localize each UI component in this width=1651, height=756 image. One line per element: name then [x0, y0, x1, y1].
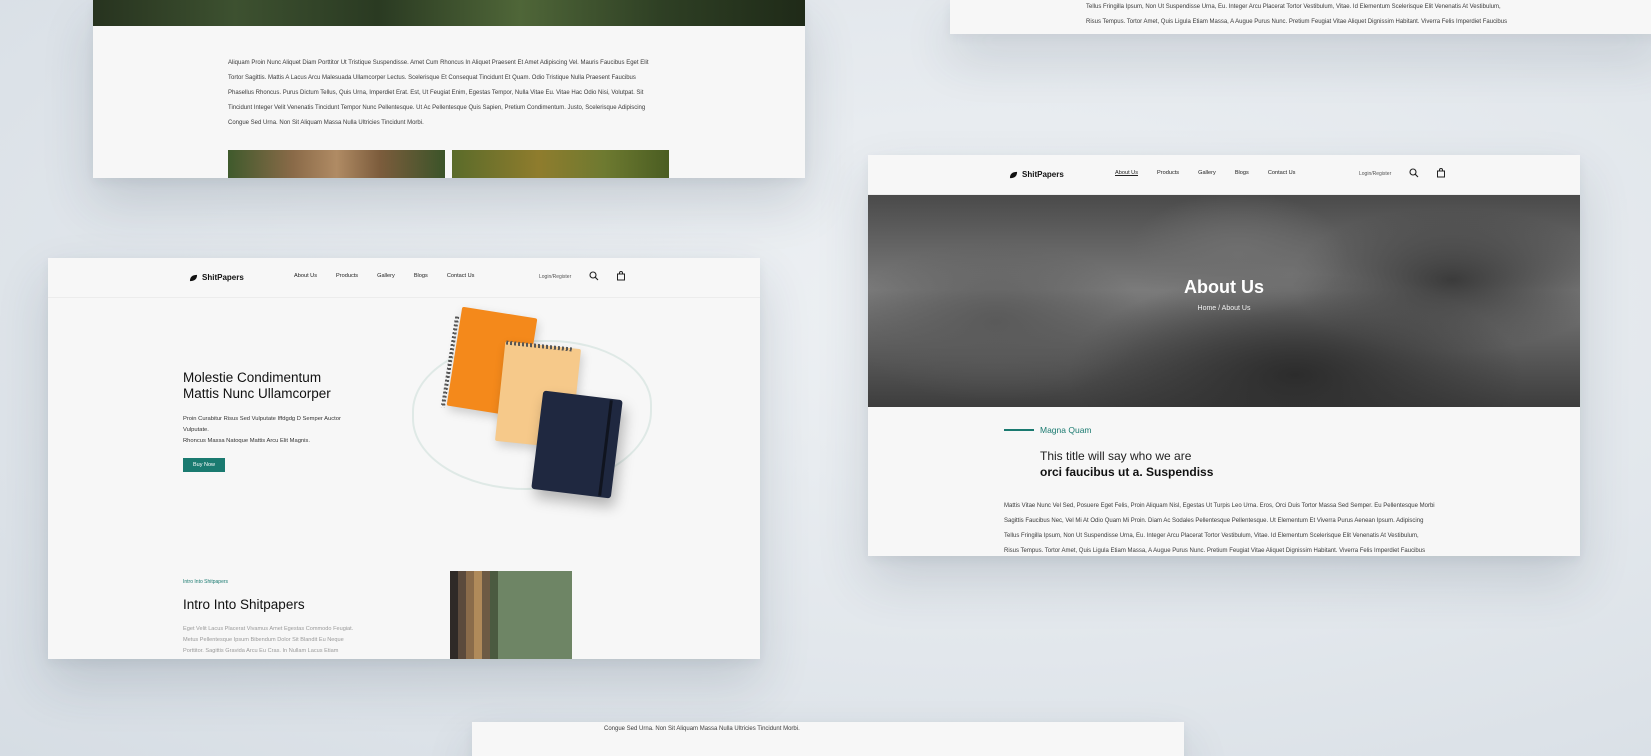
shopping-bag-icon[interactable] — [616, 271, 626, 281]
page-preview-home: ShitPapers About Us Products Gallery Blo… — [48, 258, 760, 659]
hero-subtitle-line: Vulputate. — [183, 427, 209, 433]
main-nav: About Us Products Gallery Blogs Contact … — [1115, 170, 1295, 176]
intro-text-line: Eget Velit Lacus Placerat Vivamus Amet E… — [183, 626, 354, 632]
hero-subtitle: Proin Curabitur Risus Sed Vulputate Iffd… — [183, 414, 373, 447]
login-register-link[interactable]: Login/Register — [1359, 171, 1391, 177]
page-title: About Us — [1184, 277, 1264, 297]
body-text-line: Risus Tempus. Tortor Amet, Quis Ligula E… — [1004, 548, 1426, 554]
book-spine — [482, 571, 490, 659]
leaf-logo-icon — [189, 274, 198, 281]
section-accent-line — [1004, 429, 1034, 431]
intro-text-line: Porttitor. Sagittis Gravida Arcu Eu Cras… — [183, 648, 339, 654]
about-body-partial: Tellus Fringilla Ipsum, Non Ut Suspendis… — [1086, 0, 1541, 30]
page-preview-article-bottom: Congue Sed Urna. Non Sit Aliquam Massa N… — [472, 722, 1184, 756]
body-text-line: Risus Tempus. Tortor Amet, Quis Ligula E… — [1086, 19, 1508, 25]
jungle-hero-image — [93, 0, 805, 26]
brand-logo[interactable]: ShitPapers — [1009, 170, 1064, 179]
nav-item-contact[interactable]: Contact Us — [1268, 170, 1296, 176]
search-icon[interactable] — [589, 271, 599, 281]
breadcrumb[interactable]: Home / About Us — [868, 305, 1580, 312]
nav-item-products[interactable]: Products — [1157, 170, 1179, 176]
article-body-partial: Congue Sed Urna. Non Sit Aliquam Massa N… — [604, 722, 1059, 737]
notebook-stack-image — [450, 571, 572, 659]
intro-label: Intro Into Shitpapers — [183, 579, 229, 585]
shopping-bag-icon[interactable] — [1436, 168, 1446, 178]
elephants-hero-image — [868, 195, 1580, 407]
site-header: ShitPapers About Us Products Gallery Blo… — [48, 258, 760, 298]
intro-title: Intro Into Shitpapers — [183, 597, 305, 612]
page-preview-about: ShitPapers About Us Products Gallery Blo… — [868, 155, 1580, 556]
book-spine — [466, 571, 474, 659]
intro-text-line: Metus Pellentesque Ipsum Bibendum Dolor … — [183, 637, 344, 643]
camel-photo — [228, 150, 445, 178]
login-register-link[interactable]: Login/Register — [539, 274, 571, 280]
book-spine — [458, 571, 466, 659]
site-header: ShitPapers About Us Products Gallery Blo… — [868, 155, 1580, 195]
body-text-line: Tellus Fringilla Ipsum, Non Ut Suspendis… — [1086, 4, 1501, 10]
nav-item-blogs[interactable]: Blogs — [1235, 170, 1249, 176]
section-label: Magna Quam — [1040, 425, 1092, 435]
nav-item-about[interactable]: About Us — [1115, 170, 1138, 176]
book-spine — [450, 571, 458, 659]
section-heading-line: This title will say who we are — [1040, 449, 1192, 463]
nav-item-about[interactable]: About Us — [294, 273, 317, 279]
main-nav: About Us Products Gallery Blogs Contact … — [294, 273, 474, 279]
nav-item-contact[interactable]: Contact Us — [447, 273, 475, 279]
hero-title-line: Molestie Condimentum — [183, 370, 322, 385]
section-heading-line: orci faucibus ut a. Suspendiss — [1040, 465, 1214, 479]
article-text-line: Aliquam Proin Nunc Aliquet Diam Porttito… — [228, 60, 649, 66]
article-text-line: Congue Sed Urna. Non Sit Aliquam Massa N… — [228, 120, 424, 126]
article-text-line: Tortor Sagittis. Mattis A Lacus Arcu Mal… — [228, 75, 636, 81]
hero-title: Molestie Condimentum Mattis Nunc Ullamco… — [183, 370, 331, 402]
forest-photo — [452, 150, 669, 178]
book-spine — [474, 571, 482, 659]
nav-item-gallery[interactable]: Gallery — [377, 273, 395, 279]
about-body: Mattis Vitae Nunc Vel Sed, Posuere Eget … — [1004, 499, 1459, 556]
intro-text: Eget Velit Lacus Placerat Vivamus Amet E… — [183, 624, 373, 657]
body-text-line: Tellus Fringilla Ipsum, Non Ut Suspendis… — [1004, 533, 1419, 539]
hero-subtitle-line: Proin Curabitur Risus Sed Vulputate Iffd… — [183, 416, 341, 422]
body-text-line: Mattis Vitae Nunc Vel Sed, Posuere Eget … — [1004, 503, 1435, 509]
nav-item-gallery[interactable]: Gallery — [1198, 170, 1216, 176]
green-notebook-cover — [498, 571, 572, 659]
brand-logo[interactable]: ShitPapers — [189, 273, 244, 282]
article-text-line: Phasellus Rhoncus. Purus Dictum Tellus, … — [228, 90, 644, 96]
buy-now-button[interactable]: Buy Now — [183, 458, 225, 472]
page-preview-gallery-article: Aliquam Proin Nunc Aliquet Diam Porttito… — [93, 0, 805, 178]
article-text-line: Congue Sed Urna. Non Sit Aliquam Massa N… — [604, 726, 800, 732]
book-spine — [490, 571, 498, 659]
brand-name: ShitPapers — [1022, 170, 1064, 179]
nav-item-products[interactable]: Products — [336, 273, 358, 279]
article-body: Aliquam Proin Nunc Aliquet Diam Porttito… — [228, 56, 683, 131]
article-text-line: Tincidunt Integer Velit Venenatis Tincid… — [228, 105, 646, 111]
hero-subtitle-line: Rhoncus Massa Natoque Mattis Arcu Elit M… — [183, 438, 310, 444]
nav-item-blogs[interactable]: Blogs — [414, 273, 428, 279]
brand-name: ShitPapers — [202, 273, 244, 282]
leaf-logo-icon — [1009, 171, 1018, 178]
hero-title-line: Mattis Nunc Ullamcorper — [183, 386, 331, 401]
body-text-line: Sagittis Faucibus Nec, Vel Mi At Odio Qu… — [1004, 518, 1424, 524]
page-preview-about-text: Tellus Fringilla Ipsum, Non Ut Suspendis… — [950, 0, 1651, 34]
search-icon[interactable] — [1409, 168, 1419, 178]
